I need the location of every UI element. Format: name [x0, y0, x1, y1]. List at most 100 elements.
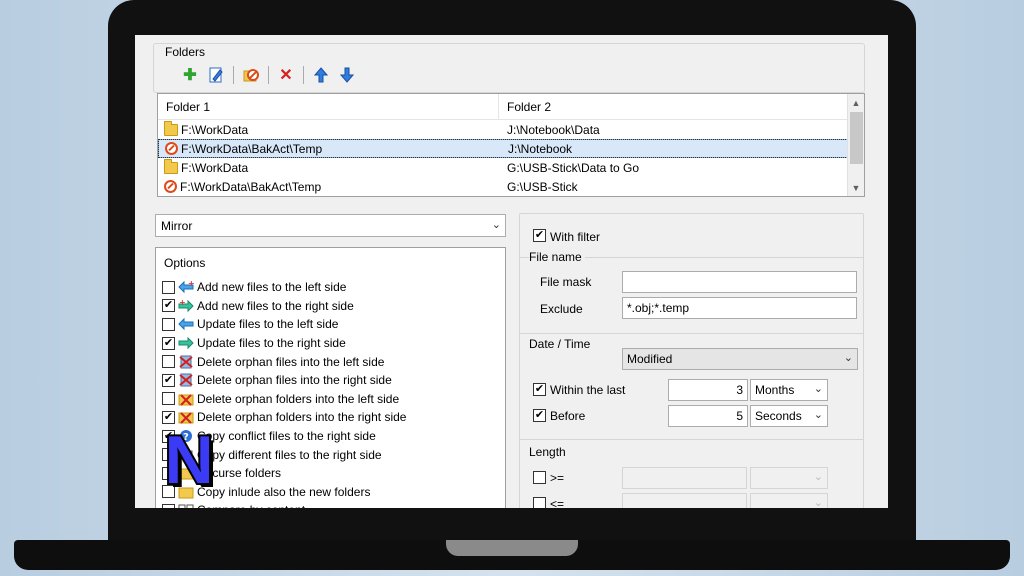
list-header: Folder 1 Folder 2	[158, 94, 864, 120]
folders-legend: Folders	[163, 45, 208, 59]
before-unit-select[interactable]: Seconds ⌄	[750, 405, 828, 427]
edit-icon[interactable]	[207, 66, 225, 84]
folder2-path: G:\USB-Stick\Data to Go	[507, 160, 640, 175]
folder1-path: F:\WorkData\BakAct\Temp	[181, 141, 323, 156]
option-checkbox[interactable]	[162, 392, 175, 406]
sync-settings-window: Folders ✚ ✕ Folder 1 Folder 2 F:\WorkDat…	[135, 35, 888, 508]
option-label: Update files to the right side	[197, 336, 346, 351]
option-item[interactable]: ✔ + Add new files to the right side	[156, 297, 505, 316]
down-arrow-icon[interactable]	[338, 66, 356, 84]
folder2-path: G:\USB-Stick	[507, 179, 578, 194]
chevron-down-icon: ⌄	[813, 383, 823, 395]
option-item[interactable]: ✔ Update files to the right side	[156, 334, 505, 353]
length-le-input[interactable]	[622, 493, 747, 508]
before-label: Before	[550, 409, 586, 423]
option-checkbox[interactable]: ✔	[162, 373, 175, 387]
option-checkbox[interactable]: ✔	[162, 336, 175, 350]
mode-value: Mirror	[161, 218, 193, 233]
arrow-left-plus-icon: +	[178, 280, 194, 294]
option-checkbox[interactable]	[162, 355, 175, 369]
length-title: Length	[529, 445, 566, 459]
chevron-down-icon: ⌄	[813, 497, 823, 508]
delete-folder-left-icon	[178, 392, 194, 406]
list-row[interactable]: F:\WorkData G:\USB-Stick\Data to Go	[158, 158, 864, 177]
column-header-folder2[interactable]: Folder 2	[499, 100, 551, 114]
length-ge-unit-select[interactable]: ⌄	[750, 467, 828, 489]
scroll-up-icon[interactable]: ▲	[848, 94, 864, 111]
option-checkbox[interactable]	[162, 503, 175, 508]
add-icon[interactable]: ✚	[181, 66, 199, 84]
datetime-section	[519, 333, 864, 334]
within-unit-select[interactable]: Months ⌄	[750, 379, 828, 401]
option-item[interactable]: ✔ Delete orphan files into the right side	[156, 371, 505, 390]
within-value-input[interactable]: 3	[668, 379, 748, 401]
date-type-select[interactable]: Modified ⌄	[622, 348, 858, 370]
datetime-title: Date / Time	[529, 337, 591, 351]
with-filter-label: With filter	[550, 230, 601, 244]
options-title: Options	[164, 256, 206, 270]
date-type-value: Modified	[627, 352, 673, 366]
chevron-down-icon: ⌄	[491, 219, 501, 231]
within-unit-value: Months	[755, 383, 795, 397]
svg-text:+: +	[188, 280, 194, 288]
svg-text:+: +	[179, 299, 186, 307]
chevron-down-icon: ⌄	[813, 471, 823, 483]
arrow-left-icon	[178, 317, 194, 331]
option-item[interactable]: Compare by content	[156, 501, 505, 508]
length-ge-input[interactable]	[622, 467, 747, 489]
option-label: Update files to the left side	[197, 317, 339, 332]
file-mask-input[interactable]	[622, 271, 857, 293]
option-item[interactable]: Delete orphan folders into the left side	[156, 390, 505, 409]
up-arrow-icon[interactable]	[312, 66, 330, 84]
arrow-right-icon	[178, 336, 194, 350]
folder1-path: F:\WorkData	[181, 160, 249, 175]
option-label: Delete orphan files into the right side	[197, 373, 392, 388]
exclude-icon[interactable]	[242, 66, 260, 84]
length-le-unit-select[interactable]: ⌄	[750, 493, 828, 508]
folder1-path: F:\WorkData\BakAct\Temp	[180, 179, 322, 194]
folders-toolbar: ✚ ✕	[181, 65, 356, 85]
column-header-folder1[interactable]: Folder 1	[158, 94, 499, 119]
within-label: Within the last	[550, 383, 626, 397]
before-value-input[interactable]: 5	[668, 405, 748, 427]
list-row-selected[interactable]: F:\WorkData\BakAct\Temp J:\Notebook	[158, 139, 864, 158]
folder-pairs-list[interactable]: Folder 1 Folder 2 F:\WorkData J:\Noteboo…	[157, 93, 865, 197]
folder-icon	[164, 120, 178, 136]
mode-select[interactable]: Mirror ⌄	[155, 214, 506, 237]
length-le-checkbox[interactable]	[533, 497, 546, 508]
length-ge-checkbox[interactable]	[533, 471, 546, 484]
delete-icon[interactable]: ✕	[277, 66, 295, 84]
file-name-title: File name	[529, 250, 585, 264]
scroll-down-icon[interactable]: ▼	[848, 179, 864, 196]
option-item[interactable]: +Add new files to the left side	[156, 278, 505, 297]
list-row[interactable]: F:\WorkData J:\Notebook\Data	[158, 120, 864, 139]
folder1-path: F:\WorkData	[181, 122, 249, 137]
option-checkbox[interactable]	[162, 280, 175, 294]
delete-file-left-icon	[178, 355, 194, 369]
exclude-input[interactable]: *.obj;*.temp	[622, 297, 857, 319]
toolbar-separator	[233, 66, 234, 84]
option-label: Delete orphan folders into the left side	[197, 391, 400, 406]
option-label: Compare by content	[197, 503, 305, 508]
option-checkbox[interactable]: ✔	[162, 299, 175, 313]
compare-icon	[178, 503, 194, 508]
option-checkbox[interactable]	[162, 317, 175, 331]
option-label: Copy inlude also the new folders	[197, 484, 371, 499]
within-checkbox[interactable]: ✔	[533, 383, 546, 396]
option-label: Add new files to the right side	[197, 298, 354, 313]
folder2-path: J:\Notebook\Data	[507, 122, 600, 137]
option-label: Copy different files to the right side	[197, 447, 382, 462]
list-scrollbar[interactable]: ▲ ▼	[847, 94, 864, 196]
option-item[interactable]: Delete orphan files into the left side	[156, 352, 505, 371]
option-label: Delete orphan folders into the right sid…	[197, 410, 407, 425]
scroll-thumb[interactable]	[850, 112, 863, 164]
folder-icon	[164, 158, 178, 174]
no-entry-icon	[165, 142, 178, 155]
file-mask-label: File mask	[540, 275, 592, 289]
option-item[interactable]: Update files to the left side	[156, 315, 505, 334]
no-entry-icon	[164, 180, 177, 193]
with-filter-checkbox[interactable]: ✔	[533, 229, 546, 242]
list-row[interactable]: F:\WorkData\BakAct\Temp G:\USB-Stick	[158, 177, 864, 196]
before-checkbox[interactable]: ✔	[533, 409, 546, 422]
delete-file-right-icon	[178, 373, 194, 387]
